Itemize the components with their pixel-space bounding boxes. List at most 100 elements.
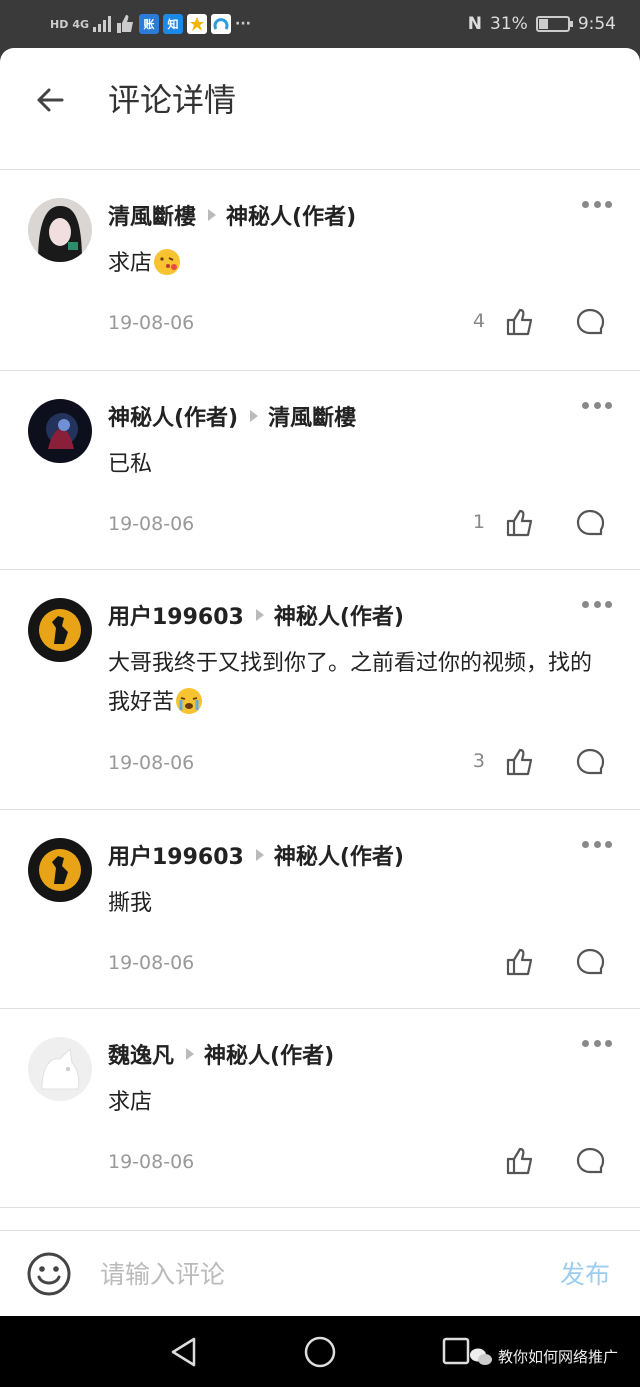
more-notifications: ···	[235, 16, 251, 32]
status-bar: HD 4G 账 知 ··· N 31% 9:54	[0, 0, 640, 48]
comment-text-content: 求店	[108, 251, 153, 276]
like-count: 1	[472, 511, 485, 533]
thumb-up-notification-icon	[117, 15, 134, 33]
avatar[interactable]	[28, 598, 92, 662]
comment-text: 求店	[108, 244, 600, 283]
more-options-button[interactable]	[582, 834, 612, 854]
comment-date: 19-08-06	[108, 1151, 195, 1173]
comment-item: 用户199603 神秘人(作者) 大哥我终于又找到你了。之前看过你的视频，找的我…	[0, 570, 640, 810]
reply-arrow-icon	[208, 209, 217, 221]
more-options-button[interactable]	[582, 594, 612, 614]
browser-app-icon	[211, 14, 232, 34]
comment-date: 19-08-06	[108, 752, 195, 774]
reply-arrow-icon	[255, 849, 264, 861]
comment-text: 撕我	[108, 891, 153, 916]
comment-text: 已私	[108, 452, 153, 477]
arrow-left-icon	[37, 88, 64, 112]
like-count: 4	[472, 310, 485, 332]
comment-detail-sheet: 评论详情 清風斷樓 神秘人(作者) 求店 19-08-06 4 神秘人(作者)	[0, 48, 640, 1316]
comment-names: 用户199603 神秘人(作者)	[108, 598, 404, 632]
reply-to-name[interactable]: 神秘人(作者)	[204, 1038, 334, 1070]
avatar[interactable]	[28, 1037, 92, 1101]
avatar[interactable]	[28, 198, 92, 262]
reply-to-name[interactable]: 神秘人(作者)	[274, 839, 404, 871]
like-button[interactable]	[504, 1145, 536, 1177]
comment-date: 19-08-06	[108, 952, 195, 974]
like-button[interactable]	[504, 306, 536, 338]
comment-input-bar: 发布	[0, 1230, 640, 1316]
page-title: 评论详情	[108, 81, 237, 119]
circle-home-icon	[304, 1336, 336, 1368]
comment-names: 清風斷樓 神秘人(作者)	[108, 198, 356, 232]
comment-names: 神秘人(作者) 清風斷樓	[108, 399, 356, 433]
hd-indicator: HD	[50, 17, 69, 31]
thumb-up-icon	[506, 748, 533, 776]
like-button[interactable]	[504, 746, 536, 778]
avatar[interactable]	[28, 838, 92, 902]
watermark: 教你如何网络推广	[469, 1346, 618, 1367]
back-button[interactable]	[28, 78, 72, 122]
reply-to-name[interactable]: 神秘人(作者)	[274, 599, 404, 631]
comment-text: 大哥我终于又找到你了。之前看过你的视频，找的我好苦	[108, 644, 600, 722]
nfc-icon: N	[467, 14, 483, 34]
more-options-button[interactable]	[582, 194, 612, 214]
thumb-up-icon	[506, 308, 533, 336]
comment-date: 19-08-06	[108, 513, 195, 535]
thumb-up-icon	[506, 1147, 533, 1175]
comment-bubble-icon	[576, 948, 605, 975]
triangle-back-icon	[171, 1337, 196, 1367]
header: 评论详情	[0, 48, 640, 170]
comment-item: 清風斷樓 神秘人(作者) 求店 19-08-06 4	[0, 170, 640, 371]
network-type: 4G	[72, 17, 90, 31]
comment-item: 神秘人(作者) 清風斷樓 已私 19-08-06 1	[0, 371, 640, 570]
thumb-up-icon	[506, 509, 533, 537]
star-app-icon	[187, 14, 208, 34]
reply-to-name[interactable]: 清風斷樓	[268, 400, 356, 432]
reply-button[interactable]	[574, 1145, 606, 1177]
signal-icon	[93, 16, 112, 32]
reply-arrow-icon	[255, 609, 264, 621]
navigation-bar: 教你如何网络推广	[0, 1316, 640, 1387]
comment-bubble-icon	[576, 509, 605, 536]
comment-names: 用户199603 神秘人(作者)	[108, 838, 404, 872]
comment-text: 求店	[108, 1090, 153, 1115]
comment-names: 魏逸凡 神秘人(作者)	[108, 1037, 334, 1071]
reply-button[interactable]	[574, 946, 606, 978]
publish-button[interactable]: 发布	[560, 1255, 610, 1291]
app-badge-icon: 账	[139, 14, 160, 34]
author-name[interactable]: 神秘人(作者)	[108, 400, 238, 432]
more-options-button[interactable]	[582, 1033, 612, 1053]
reply-button[interactable]	[574, 746, 606, 778]
like-count: 3	[472, 750, 485, 772]
comment-bubble-icon	[576, 748, 605, 775]
more-options-button[interactable]	[582, 395, 612, 415]
comment-date: 19-08-06	[108, 312, 195, 334]
reply-button[interactable]	[574, 306, 606, 338]
thumb-up-icon	[506, 948, 533, 976]
reply-arrow-icon	[250, 410, 259, 422]
nav-home-button[interactable]	[302, 1334, 338, 1370]
author-name[interactable]: 用户199603	[108, 839, 244, 871]
author-name[interactable]: 用户199603	[108, 599, 244, 631]
clock: 9:54	[577, 14, 616, 34]
wechat-icon	[469, 1348, 492, 1365]
reply-button[interactable]	[574, 507, 606, 539]
like-button[interactable]	[504, 507, 536, 539]
battery-percent: 31%	[490, 14, 528, 34]
comment-item: 魏逸凡 神秘人(作者) 求店 19-08-06	[0, 1009, 640, 1208]
comment-item: 用户199603 神秘人(作者) 撕我 19-08-06	[0, 810, 640, 1009]
battery-icon	[535, 16, 573, 32]
avatar[interactable]	[28, 399, 92, 463]
author-name[interactable]: 魏逸凡	[108, 1038, 174, 1070]
like-button[interactable]	[504, 946, 536, 978]
comment-input[interactable]	[100, 1253, 500, 1295]
reply-to-name[interactable]: 神秘人(作者)	[226, 199, 356, 231]
kiss-emoji-icon	[154, 249, 181, 275]
comment-bubble-icon	[576, 1147, 605, 1174]
emoji-button[interactable]	[26, 1251, 72, 1297]
smiley-icon	[27, 1252, 71, 1296]
reply-arrow-icon	[186, 1048, 195, 1060]
nav-back-button[interactable]	[166, 1334, 202, 1370]
author-name[interactable]: 清風斷樓	[108, 199, 196, 231]
zhihu-icon: 知	[163, 14, 184, 34]
